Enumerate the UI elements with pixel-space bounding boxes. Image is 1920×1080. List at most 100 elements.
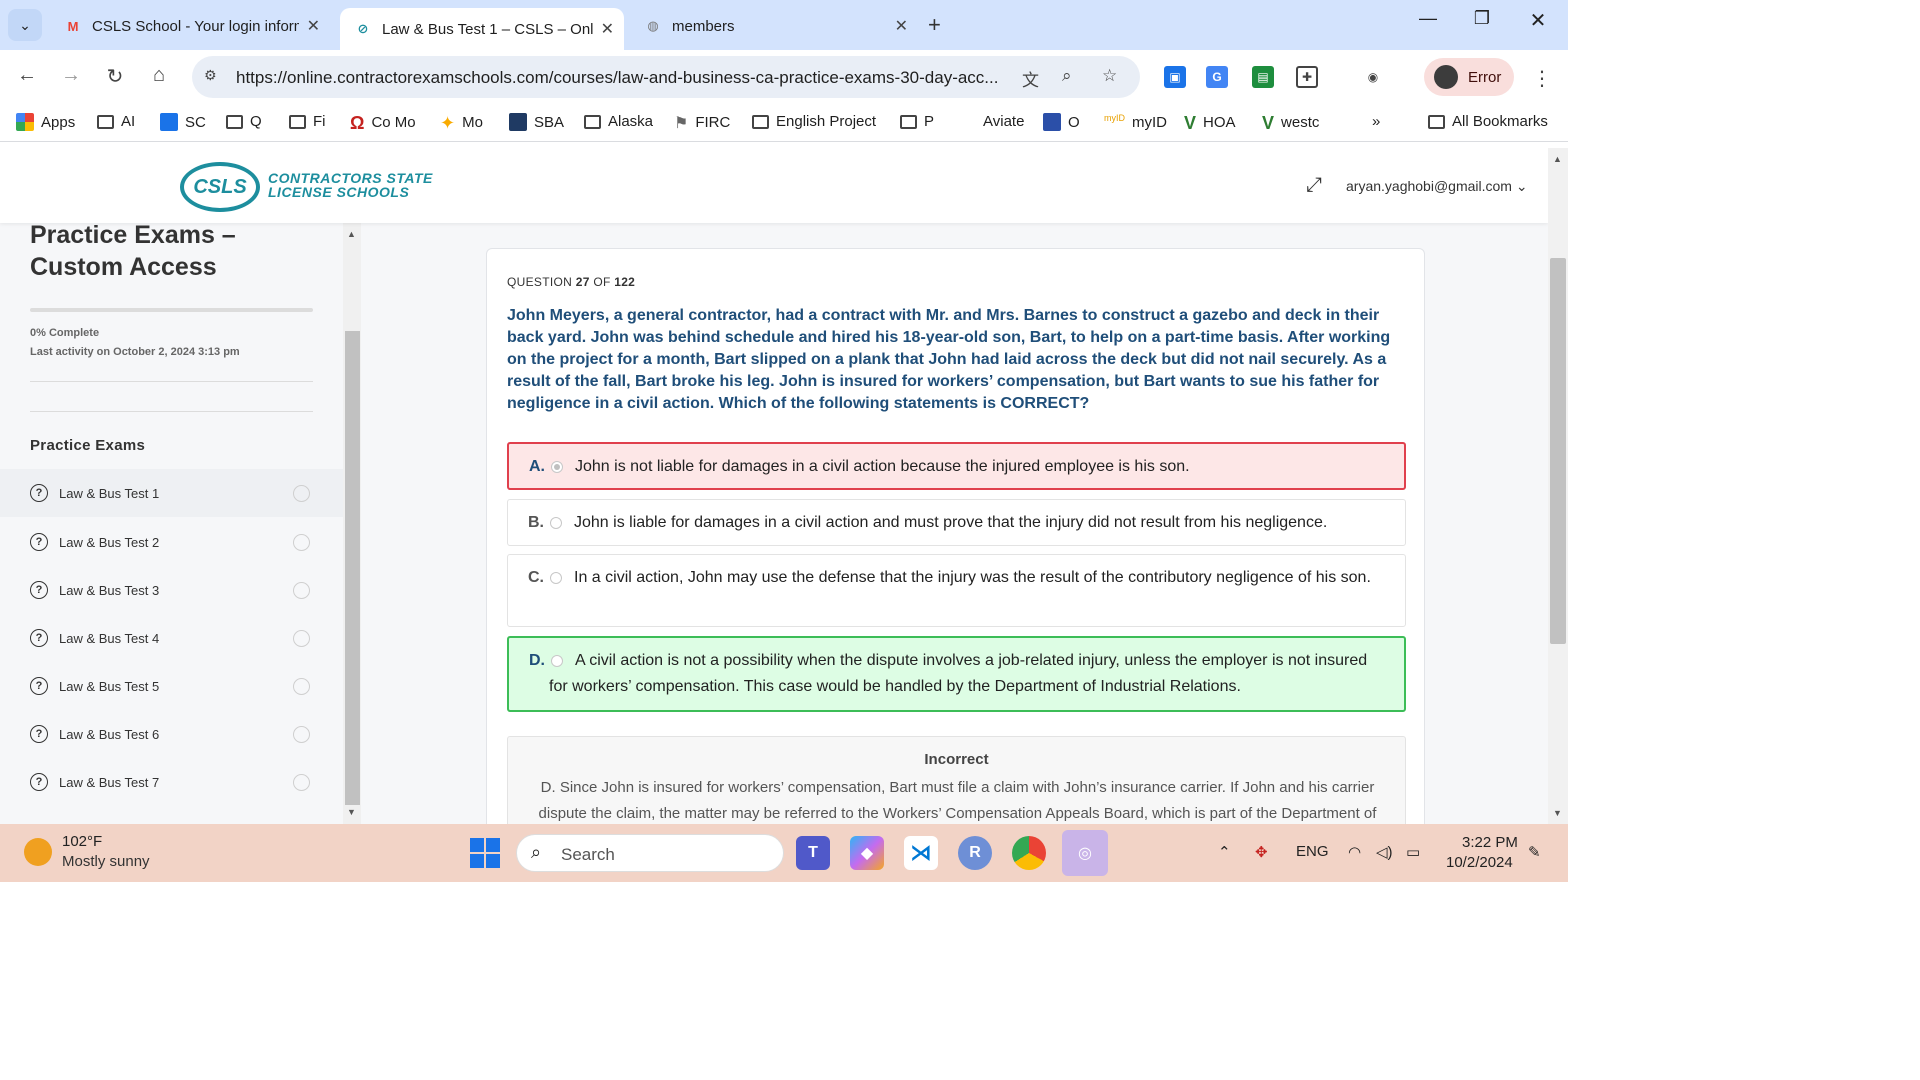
o-icon (1043, 113, 1061, 131)
sidebar-scrollbar[interactable]: ▲ ▼ (343, 223, 361, 824)
lesson-item[interactable]: ? Law & Bus Test 7 (0, 758, 343, 806)
bookmark-label: FIRC (695, 113, 731, 131)
bookmark-mo[interactable]: ✦ Mo (440, 113, 483, 133)
answer-option-b[interactable]: B. John is liable for damages in a civil… (507, 499, 1406, 546)
weather-sun-icon[interactable] (24, 838, 52, 866)
back-button[interactable]: ← (14, 64, 40, 87)
screenshot-extension-icon[interactable]: ▣ (1164, 66, 1186, 88)
site-info-icon[interactable]: ⚙ (204, 67, 217, 84)
zoom-icon[interactable]: ⌕ (1062, 66, 1072, 86)
bookmark-aviate[interactable]: Aviate (983, 113, 1024, 130)
volume-icon[interactable]: ◁) (1376, 843, 1393, 861)
user-menu[interactable]: aryan.yaghobi@gmail.com ⌄ (1346, 178, 1528, 195)
wifi-icon[interactable]: ◠ (1348, 843, 1361, 861)
bookmark-p[interactable]: P (900, 113, 934, 130)
csls-logo[interactable]: CSLS (180, 162, 260, 212)
close-icon[interactable]: ✕ (307, 16, 320, 36)
lesson-item[interactable]: ? Law & Bus Test 5 (0, 662, 343, 710)
site-header: CSLS CONTRACTORS STATE LICENSE SCHOOLS ⤢… (0, 148, 1548, 223)
scroll-down-icon[interactable]: ▼ (1553, 808, 1562, 818)
minimize-button[interactable]: — (1408, 8, 1448, 29)
page-scrollbar[interactable]: ▲ ▼ (1548, 148, 1568, 824)
bookmarks-overflow-button[interactable]: » (1372, 113, 1380, 130)
address-bar[interactable]: ⚙ https://online.contractorexamschools.c… (192, 56, 1140, 98)
scroll-up-icon[interactable]: ▲ (1553, 154, 1562, 164)
bookmark-hoa[interactable]: V HOA (1184, 113, 1236, 133)
answer-option-d[interactable]: D. A civil action is not a possibility w… (507, 636, 1406, 712)
lesson-item[interactable]: ? Law & Bus Test 3 (0, 566, 343, 614)
star-icon[interactable]: ☆ (1102, 66, 1117, 86)
clock-time[interactable]: 3:22 PM (1462, 834, 1518, 851)
bookmark-english-project[interactable]: English Project (752, 113, 876, 130)
puzzle-icon[interactable]: ✚ (1296, 66, 1318, 88)
answer-radio[interactable] (551, 461, 563, 473)
chevron-up-icon[interactable]: ⌃ (1218, 843, 1231, 861)
clock-date[interactable]: 10/2/2024 (1446, 854, 1513, 871)
bookmark-sba[interactable]: SBA (509, 113, 564, 131)
restore-button[interactable]: ❐ (1462, 8, 1502, 29)
vscode-icon[interactable]: ⋊ (904, 836, 938, 870)
google-translate-extension-icon[interactable]: G (1206, 66, 1228, 88)
scroll-down-icon[interactable]: ▼ (347, 807, 356, 817)
forward-button[interactable]: → (58, 64, 84, 87)
weather-temperature[interactable]: 102°F (62, 833, 102, 850)
bookmark-myid[interactable]: myID myID (1104, 113, 1167, 131)
close-window-button[interactable]: ✕ (1518, 8, 1558, 33)
dropbox-icon[interactable]: ✥ (1255, 843, 1268, 861)
translate-icon[interactable]: 文 (1022, 66, 1039, 91)
section-heading: Practice Exams (30, 437, 146, 454)
status-circle-icon (293, 629, 310, 647)
notification-icon[interactable]: ✎ (1528, 843, 1541, 861)
start-button[interactable] (470, 838, 500, 868)
bookmark-o[interactable]: O (1043, 113, 1080, 131)
bookmark-apps[interactable]: Apps (16, 113, 75, 131)
new-tab-button[interactable]: + (928, 12, 941, 38)
tab-law-bus-test[interactable]: ⊘ Law & Bus Test 1 – CSLS – Onlin ✕ (340, 8, 624, 50)
lesson-item[interactable]: ? Law & Bus Test 1 (0, 469, 343, 517)
language-indicator[interactable]: ENG (1296, 843, 1329, 860)
tab-search-button[interactable]: ⌄ (8, 9, 42, 41)
r-icon[interactable]: R (958, 836, 992, 870)
bookmark-ai[interactable]: AI (97, 113, 135, 130)
lesson-item[interactable]: ? Law & Bus Test 4 (0, 614, 343, 662)
tab-title: CSLS School - Your login inform (92, 17, 299, 35)
expand-icon[interactable]: ⤢ (1306, 174, 1322, 197)
logo-text[interactable]: CONTRACTORS STATE LICENSE SCHOOLS (268, 171, 433, 199)
answer-option-a[interactable]: A. John is not liable for damages in a c… (507, 442, 1406, 490)
bookmark-q[interactable]: Q (226, 113, 262, 130)
scrollbar-thumb[interactable] (345, 331, 360, 805)
all-bookmarks-button[interactable]: All Bookmarks (1428, 113, 1548, 130)
question-total: 122 (614, 275, 636, 289)
chrome-icon[interactable] (1012, 836, 1046, 870)
camera-icon[interactable]: ◉ (1362, 66, 1384, 88)
answer-radio[interactable] (550, 517, 562, 529)
reload-button[interactable]: ↻ (102, 64, 128, 89)
tab-members[interactable]: ◍ members ✕ (630, 8, 918, 44)
bookmark-co-mo[interactable]: Ω Co Mo (350, 113, 416, 133)
bookmark-fi[interactable]: Fi (289, 113, 326, 130)
profile-button[interactable]: Error (1424, 58, 1514, 96)
taskbar-search[interactable]: ⌕ Search (516, 834, 784, 872)
tab-gmail[interactable]: M CSLS School - Your login inform ✕ (50, 8, 330, 44)
lesson-item[interactable]: ? Law & Bus Test 2 (0, 518, 343, 566)
scroll-up-icon[interactable]: ▲ (347, 229, 356, 239)
menu-icon[interactable]: ⋮ (1532, 66, 1552, 91)
scrollbar-thumb[interactable] (1550, 258, 1566, 644)
weather-description[interactable]: Mostly sunny (62, 853, 150, 870)
answer-option-c[interactable]: C. In a civil action, John may use the d… (507, 554, 1406, 627)
lesson-item[interactable]: ? Law & Bus Test 6 (0, 710, 343, 758)
battery-icon[interactable]: ▭ (1406, 843, 1420, 861)
home-button[interactable]: ⌂ (146, 64, 172, 87)
url-text[interactable]: https://online.contractorexamschools.com… (236, 68, 1006, 88)
bookmark-firc[interactable]: ⚑ FIRC (674, 113, 731, 133)
search-placeholder: Search (561, 845, 615, 864)
teams-icon[interactable]: T (796, 836, 830, 870)
close-icon[interactable]: ✕ (601, 19, 614, 39)
extension-icon[interactable]: ▤ (1252, 66, 1274, 88)
app-icon[interactable]: ◎ (1062, 830, 1108, 876)
copilot-icon[interactable]: ◆ (850, 836, 884, 870)
bookmark-alaska[interactable]: Alaska (584, 113, 653, 130)
bookmark-westc[interactable]: Vwestc (1262, 113, 1319, 133)
close-icon[interactable]: ✕ (895, 16, 908, 36)
bookmark-sc[interactable]: SC (160, 113, 206, 131)
